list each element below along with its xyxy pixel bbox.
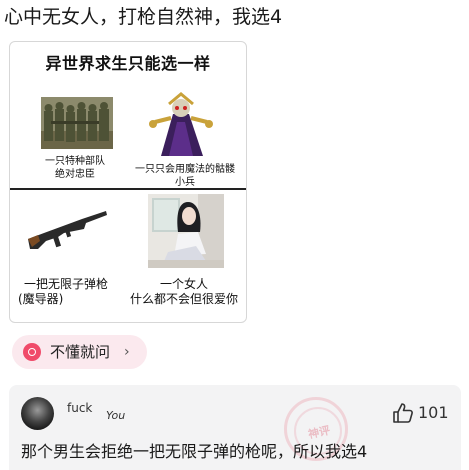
soldiers-image: [41, 97, 113, 149]
comment-username[interactable]: fuck: [67, 401, 92, 415]
meme-image[interactable]: 异世界求生只能选一样 一只特种部队 绝对忠臣 一只只会用魔法的骷髅 小兵 一把无…: [9, 41, 247, 323]
option-2-caption: 一只只会用魔法的骷髅 小兵: [135, 164, 235, 188]
thumbs-up-icon[interactable]: [392, 402, 414, 424]
ask-hint-button[interactable]: 不懂就问 ›: [12, 335, 147, 369]
rifle-image: [24, 207, 108, 253]
comment-text: 那个男生会拒绝一把无限子弹的枪呢，所以我选4: [21, 442, 368, 461]
comment-user-tag: You: [106, 409, 126, 422]
comment-card: fuck You 神评 101 那个男生会拒绝一把无限子弹的枪呢，所以我选4: [9, 385, 461, 470]
girl-image: [148, 194, 224, 268]
like-count: 101: [418, 403, 449, 422]
meme-heading: 异世界求生只能选一样: [45, 54, 211, 73]
question-icon: [23, 343, 41, 361]
option-1-caption: 一只特种部队 绝对忠臣: [45, 156, 105, 180]
option-4-caption: 一个女人 什么都不会但很爱你: [129, 277, 238, 306]
option-3-caption: 一把无限子弹枪 (魔导器): [18, 277, 108, 306]
skeleton-mage-image: [143, 92, 219, 158]
chevron-right-icon: ›: [124, 344, 130, 360]
meme-divider: [10, 188, 246, 190]
avatar[interactable]: [21, 397, 54, 430]
ask-hint-label: 不懂就问: [50, 343, 111, 361]
post-title: 心中无女人，打枪自然神，我选4: [4, 6, 283, 28]
